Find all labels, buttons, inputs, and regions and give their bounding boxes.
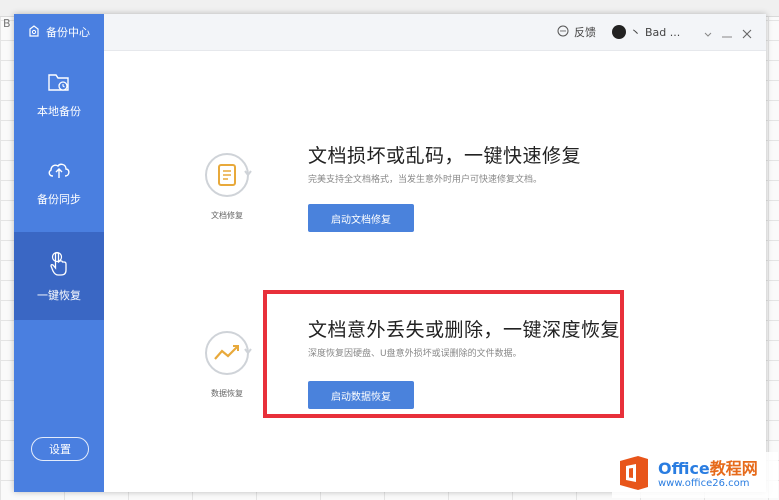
title-bar: 反馈 丶 Bad ... [104,14,766,51]
settings-button[interactable]: 设置 [31,437,89,461]
feedback-label: 反馈 [574,26,596,39]
office-logo-icon [614,453,654,497]
chevron-down-icon[interactable] [703,25,713,44]
data-recovery-icon-group: 数据恢复 [197,328,257,399]
sidebar-header: 备份中心 [14,14,104,50]
doc-repair-title: 文档损坏或乱码，一键快速修复 [308,145,582,167]
cloud-upload-icon [46,158,72,191]
feedback-button[interactable]: 反馈 [557,14,596,50]
folder-clock-icon [46,70,72,103]
start-doc-repair-button[interactable]: 启动文档修复 [308,204,414,232]
data-recovery-icon-label: 数据恢复 [211,389,243,398]
user-menu[interactable]: 丶 Bad ... [612,14,680,50]
touch-hand-icon [46,250,72,287]
document-repair-icon [202,153,252,204]
avatar [612,25,626,39]
feedback-icon [557,25,569,40]
doc-repair-icon-group: 文档修复 [197,150,257,221]
doc-repair-description: 完美支持全文档格式，当发生意外时用户可快速修复文档。 [308,175,543,185]
watermark-brand: Office [658,459,710,478]
backup-center-window: 备份中心 本地备份 备份同步 一键恢复 设置 反馈 丶 Bad ... 文档修复… [14,14,766,492]
watermark-brand-suffix: 教程网 [709,459,758,478]
sidebar-item-label: 一键恢复 [37,288,81,302]
sidebar-item-label: 本地备份 [37,104,81,118]
doc-repair-icon-label: 文档修复 [211,211,243,220]
app-title: 备份中心 [46,26,90,39]
column-label: B [3,17,11,30]
sidebar-item-backup-sync[interactable]: 备份同步 [14,138,104,226]
watermark-text: Office教程网 www.office26.com [658,460,758,490]
main-content: 文档修复 文档损坏或乱码，一键快速修复 完美支持全文档格式，当发生意外时用户可快… [104,50,766,492]
sidebar-item-local-backup[interactable]: 本地备份 [14,50,104,138]
app-logo-icon [28,24,40,40]
user-name: Bad ... [645,25,681,39]
user-separator: 丶 [630,26,641,39]
data-recovery-icon [202,331,252,382]
sidebar-item-label: 备份同步 [37,192,81,206]
sidebar-item-one-click-restore[interactable]: 一键恢复 [14,232,104,320]
minimize-button[interactable] [721,25,733,44]
sidebar: 备份中心 本地备份 备份同步 一键恢复 设置 [14,14,104,492]
close-button[interactable] [741,25,753,44]
watermark: Office教程网 www.office26.com [612,452,778,498]
watermark-url: www.office26.com [658,478,750,489]
highlight-annotation [263,290,624,418]
